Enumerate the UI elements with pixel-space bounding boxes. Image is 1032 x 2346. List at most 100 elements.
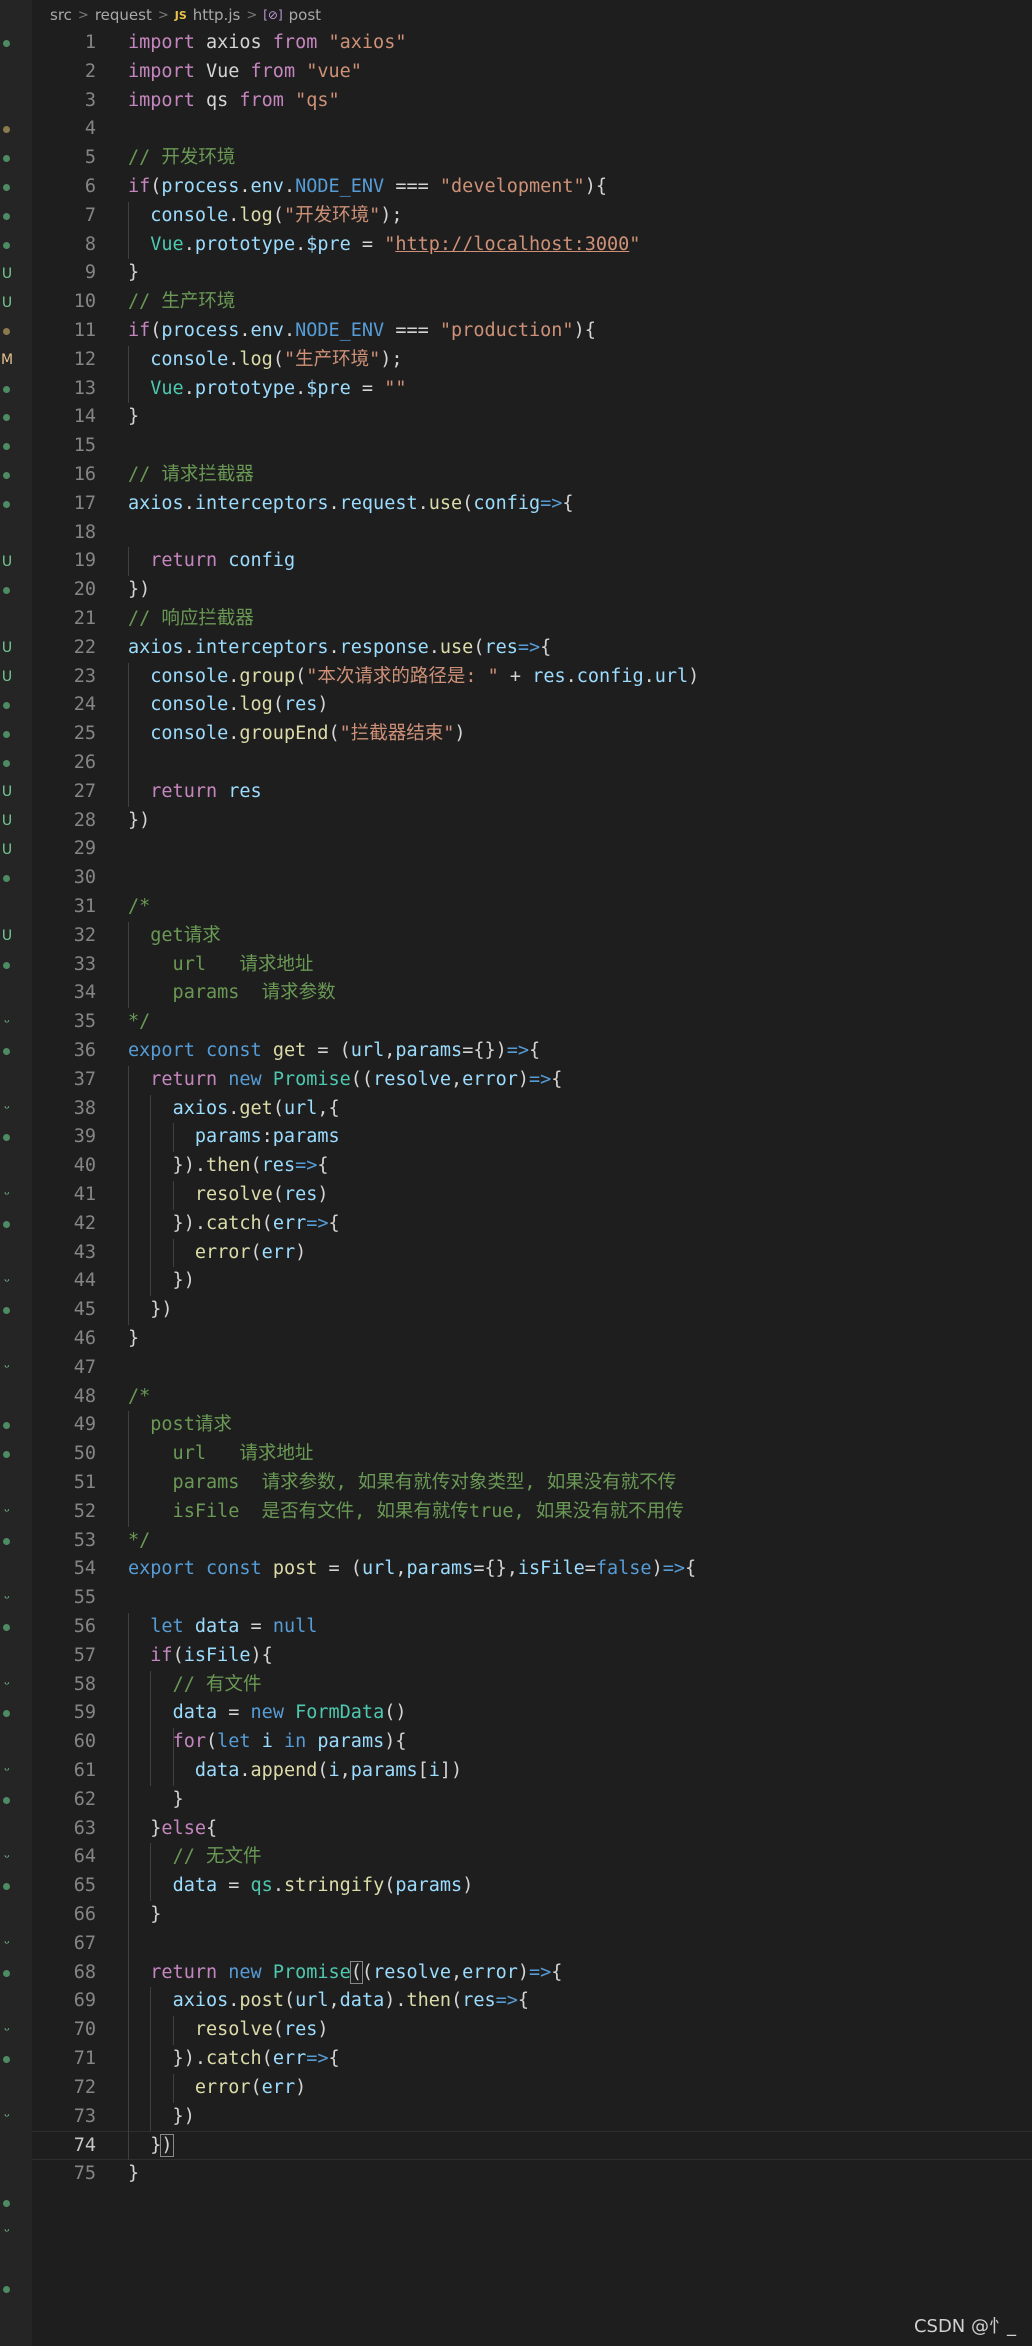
code-token: env — [250, 320, 284, 341]
code-line[interactable]: 49 post请求 — [32, 1411, 1032, 1440]
code-line[interactable]: 33 url 请求地址 — [32, 951, 1032, 980]
code-token: err — [261, 2076, 296, 2098]
code-line[interactable]: 36 export const get = (url,params={})=>{ — [32, 1037, 1032, 1066]
code-line[interactable]: 56 let data = null — [32, 1613, 1032, 1642]
code-line[interactable]: 69 axios.post(url,data).then(res=>{ — [32, 1987, 1032, 2016]
code-line[interactable]: 22 axios.interceptors.response.use(res=>{ — [32, 634, 1032, 663]
scm-status-marker: U — [1, 669, 13, 685]
code-line[interactable]: 72 error(err) — [32, 2074, 1032, 2103]
code-line[interactable]: 4 — [32, 115, 1032, 144]
code-line[interactable]: 23 console.group("本次请求的路径是: " + res.conf… — [32, 663, 1032, 692]
code-line[interactable]: 15 — [32, 432, 1032, 461]
code-line[interactable]: 61 data.append(i,params[i]) — [32, 1757, 1032, 1786]
code-line[interactable]: 58 // 有文件 — [32, 1671, 1032, 1700]
line-code: } — [128, 1901, 161, 1930]
code-line[interactable]: 26 — [32, 749, 1032, 778]
code-line[interactable]: 73 }) — [32, 2103, 1032, 2132]
code-line[interactable]: 18 — [32, 519, 1032, 548]
code-line[interactable]: 75} — [32, 2160, 1032, 2189]
code-line[interactable]: 64 // 无文件 — [32, 1843, 1032, 1872]
code-line[interactable]: 3 import qs from "qs" — [32, 87, 1032, 116]
code-line[interactable]: 45 }) — [32, 1296, 1032, 1325]
code-line[interactable]: 25 console.groupEnd("拦截器结束") — [32, 720, 1032, 749]
code-line[interactable]: 37 return new Promise((resolve,error)=>{ — [32, 1066, 1032, 1095]
code-line[interactable]: 24 console.log(res) — [32, 691, 1032, 720]
code-line[interactable]: 46} — [32, 1325, 1032, 1354]
breadcrumb-item-request[interactable]: request — [95, 6, 152, 24]
code-line[interactable]: 71 }).catch(err=>{ — [32, 2045, 1032, 2074]
code-line[interactable]: 14} — [32, 403, 1032, 432]
code-line[interactable]: 31 /* — [32, 893, 1032, 922]
code-line[interactable]: 41 resolve(res) — [32, 1181, 1032, 1210]
code-line[interactable]: 52 isFile 是否有文件, 如果有就传true, 如果没有就不用传 — [32, 1498, 1032, 1527]
code-line[interactable]: 47 — [32, 1354, 1032, 1383]
line-number: 58 — [73, 1673, 96, 1695]
js-file-icon: JS — [174, 8, 187, 22]
code-line[interactable]: 19 return config — [32, 547, 1032, 576]
code-line[interactable]: 42 }).catch(err=>{ — [32, 1210, 1032, 1239]
line-code: }).then(res=>{ — [128, 1152, 329, 1181]
code-line[interactable]: 11 if(process.env.NODE_ENV === "productio… — [32, 317, 1032, 346]
code-token: data — [339, 1990, 385, 2012]
code-line[interactable]: 40 }).then(res=>{ — [32, 1152, 1032, 1181]
code-token: append — [250, 1760, 318, 1781]
code-token: config — [228, 550, 296, 572]
code-line[interactable]: 29 — [32, 835, 1032, 864]
code-line[interactable]: 70 resolve(res) — [32, 2016, 1032, 2045]
code-line[interactable]: 62 } — [32, 1786, 1032, 1815]
code-line[interactable]: 67 — [32, 1930, 1032, 1959]
code-token: for — [172, 1731, 206, 1753]
code-line[interactable]: 38 axios.get(url,{ — [32, 1095, 1032, 1124]
code-line[interactable]: 74 }) — [32, 2131, 1032, 2161]
code-line[interactable]: 66 } — [32, 1901, 1032, 1930]
code-line[interactable]: 51 params 请求参数, 如果有就传对象类型, 如果没有就不传 — [32, 1469, 1032, 1498]
scm-change-dot-icon — [3, 875, 10, 883]
code-line[interactable]: 12 console.log("生产环境"); — [32, 346, 1032, 375]
code-line[interactable]: 68 return new Promise((resolve,error)=>{ — [32, 1959, 1032, 1988]
code-line[interactable]: 39 params:params — [32, 1123, 1032, 1152]
code-line[interactable]: 48 /* — [32, 1383, 1032, 1412]
code-line[interactable]: 59 data = new FormData() — [32, 1699, 1032, 1728]
line-number: 53 — [73, 1529, 96, 1551]
code-line[interactable]: 13 Vue.prototype.$pre = "" — [32, 375, 1032, 404]
code-line[interactable]: 34 params 请求参数 — [32, 979, 1032, 1008]
code-line[interactable]: 1 import axios from "axios" — [32, 29, 1032, 58]
code-line[interactable]: 57 if(isFile){ — [32, 1642, 1032, 1671]
code-line[interactable]: 5 // 开发环境 — [32, 144, 1032, 173]
code-line[interactable]: 7 console.log("开发环境"); — [32, 202, 1032, 231]
code-line[interactable]: 35 */ — [32, 1008, 1032, 1037]
code-line[interactable]: 9} — [32, 259, 1032, 288]
code-token: = ( — [317, 1558, 362, 1580]
code-line[interactable]: 32 get请求 — [32, 922, 1032, 951]
code-token: params — [395, 1875, 463, 1897]
code-line[interactable]: 28}) — [32, 807, 1032, 836]
code-line[interactable]: 53 */ — [32, 1527, 1032, 1556]
code-line[interactable]: 20}) — [32, 576, 1032, 605]
code-token: } — [128, 1817, 162, 1839]
code-line[interactable]: 55 — [32, 1584, 1032, 1613]
code-line[interactable]: 16 // 请求拦截器 — [32, 461, 1032, 490]
code-line[interactable]: 17 axios.interceptors.request.use(config=… — [32, 490, 1032, 519]
code-line[interactable]: 6 if(process.env.NODE_ENV === "developmen… — [32, 173, 1032, 202]
breadcrumb-item-symbol[interactable]: post — [289, 6, 321, 24]
line-code: }).catch(err=>{ — [128, 1210, 340, 1239]
code-line[interactable]: 54 export const post = (url,params={},isF… — [32, 1555, 1032, 1584]
code-line[interactable]: 8 Vue.prototype.$pre = "http://localhost… — [32, 231, 1032, 260]
code-line[interactable]: 27 return res — [32, 778, 1032, 807]
line-code: import qs from "qs" — [128, 87, 340, 116]
code-line[interactable]: 10 // 生产环境 — [32, 288, 1032, 317]
code-token: params — [272, 1126, 340, 1148]
code-line[interactable]: 2 import Vue from "vue" — [32, 58, 1032, 87]
line-number: 67 — [73, 1932, 96, 1954]
code-line[interactable]: 21 // 响应拦截器 — [32, 605, 1032, 634]
code-line[interactable]: 43 error(err) — [32, 1239, 1032, 1268]
code-line[interactable]: 50 url 请求地址 — [32, 1440, 1032, 1469]
code-line[interactable]: 60 for(let i in params){ — [32, 1728, 1032, 1757]
breadcrumb-item-src[interactable]: src — [50, 6, 72, 24]
breadcrumb-item-file[interactable]: http.js — [193, 6, 241, 24]
code-line[interactable]: 65 data = qs.stringify(params) — [32, 1872, 1032, 1901]
code-line[interactable]: 44 }) — [32, 1267, 1032, 1296]
code-line[interactable]: 30 — [32, 864, 1032, 893]
code-line[interactable]: 63 }else{ — [32, 1815, 1032, 1844]
